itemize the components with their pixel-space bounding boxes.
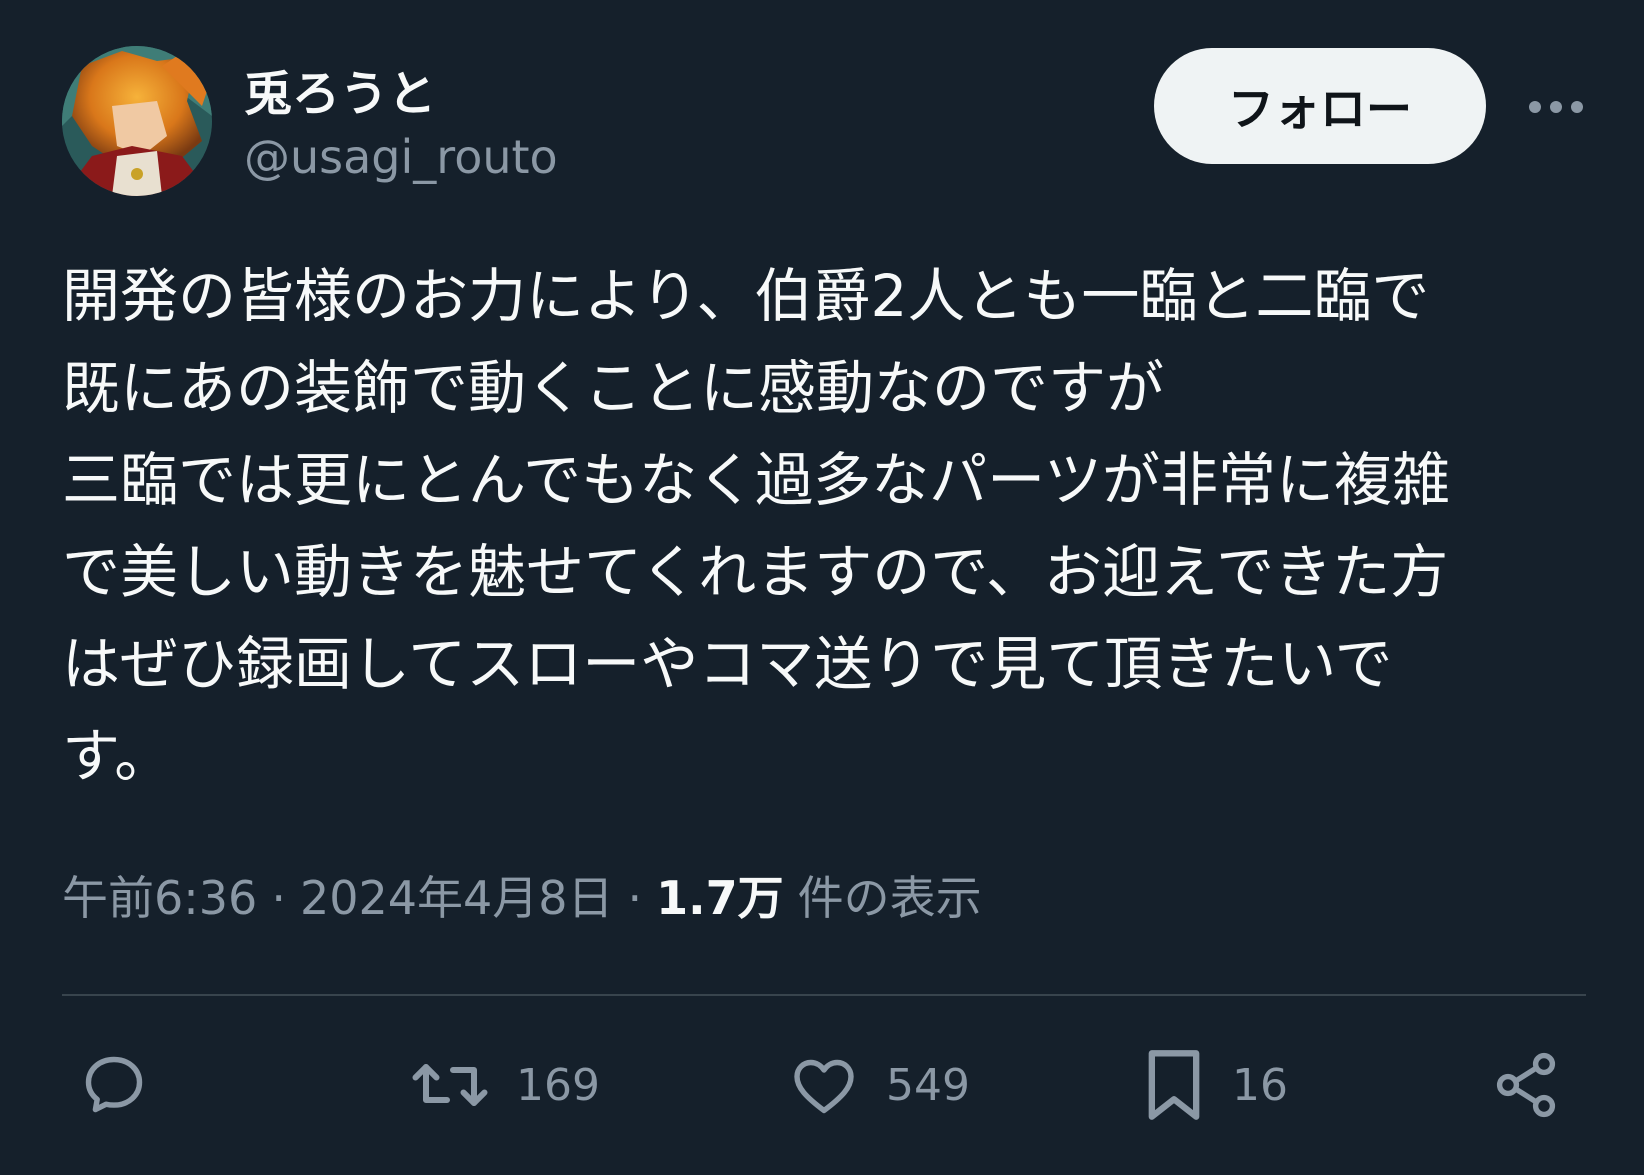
reply-button[interactable] [78,1040,150,1130]
retweet-count: 169 [516,1059,600,1111]
tweet-header: 兎ろうと @usagi_routo フォロー [62,46,1592,196]
tweet-text: 開発の皆様のお力により、伯爵2人とも一臨と二臨で 既にあの装飾で動くことに感動な… [62,262,1450,790]
like-count: 549 [886,1059,970,1111]
bookmark-icon [1148,1050,1200,1120]
tweet-meta: 午前6:36 · 2024年4月8日 · 1.7万 件の表示 [62,862,982,928]
views-count[interactable]: 1.7万 [656,862,784,928]
heart-icon [794,1059,854,1114]
tweet-date[interactable]: 2024年4月8日 [300,862,614,928]
like-button[interactable]: 549 [788,1040,970,1130]
display-name[interactable]: 兎ろうと [244,54,436,124]
action-bar: 169 549 16 [62,1040,1586,1140]
more-dots-icon [1529,101,1583,113]
bookmark-count: 16 [1232,1059,1288,1111]
reply-icon [85,1056,143,1113]
share-icon [1496,1052,1556,1118]
retweet-button[interactable]: 169 [410,1040,600,1130]
avatar[interactable] [62,46,212,196]
tweet-time[interactable]: 午前6:36 [62,862,257,928]
more-button[interactable] [1516,82,1596,132]
follow-button[interactable]: フォロー [1154,48,1486,164]
share-button[interactable] [1490,1040,1562,1130]
user-handle[interactable]: @usagi_routo [244,130,558,184]
bookmark-button[interactable]: 16 [1142,1040,1288,1130]
meta-separator: · [271,871,286,925]
retweet-icon [412,1064,488,1106]
avatar-image [62,46,212,196]
views-label[interactable]: 件の表示 [798,862,982,928]
meta-separator: · [627,871,643,925]
divider [62,994,1586,996]
